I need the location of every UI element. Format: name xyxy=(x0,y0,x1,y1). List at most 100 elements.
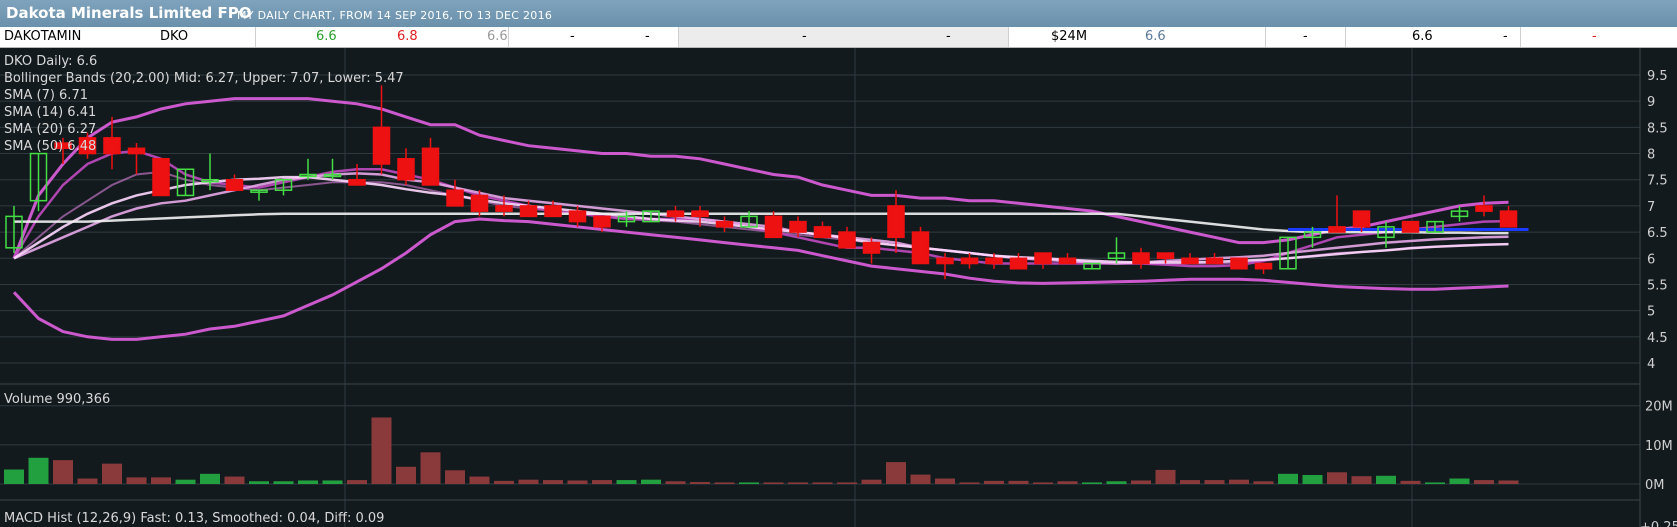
candle-body xyxy=(985,257,1003,265)
candle-body xyxy=(1205,257,1224,265)
candle-body xyxy=(838,231,856,249)
volume-bar xyxy=(200,473,220,484)
price-tick-label: 4 xyxy=(1647,357,1655,372)
volume-bar xyxy=(1155,469,1176,484)
candle-body xyxy=(127,147,146,155)
candle-body xyxy=(1352,210,1371,228)
volume-bar xyxy=(714,482,735,484)
price-tick-label: 8.5 xyxy=(1647,121,1668,136)
candle-body xyxy=(103,137,121,155)
volume-bar xyxy=(126,477,147,484)
candle-body xyxy=(887,205,905,239)
candle-body xyxy=(1401,220,1420,233)
volume-bar xyxy=(175,479,196,484)
price-tick-label: 6.5 xyxy=(1647,226,1668,241)
volume-bar xyxy=(935,478,955,484)
volume-bar xyxy=(739,482,759,484)
volume-bar xyxy=(445,470,465,484)
volume-bar xyxy=(1351,476,1372,484)
grid-lines xyxy=(0,48,1677,527)
candle-body xyxy=(1254,262,1273,270)
volume-bar xyxy=(837,482,857,484)
volume-bar xyxy=(1278,473,1298,484)
candle-body xyxy=(1475,205,1493,212)
volume-bar xyxy=(102,463,122,484)
price-tick-label: 5.5 xyxy=(1647,278,1668,293)
candle-body xyxy=(813,226,832,239)
volume-bar xyxy=(224,476,245,484)
candle-body xyxy=(1132,252,1150,265)
volume-bar xyxy=(298,480,318,484)
plot-background xyxy=(0,48,1677,527)
volume-bar xyxy=(1204,480,1225,484)
price-tick-label: 7 xyxy=(1647,200,1655,215)
legend-daily: DKO Daily: 6.6 xyxy=(4,54,97,69)
candle-body xyxy=(397,158,415,181)
candle-body xyxy=(1058,257,1077,265)
volume-bar xyxy=(1106,481,1127,484)
volume-bar xyxy=(469,476,490,484)
candle-body xyxy=(568,210,587,223)
volume-bar xyxy=(1376,475,1396,484)
volume-bar xyxy=(1425,482,1445,484)
legend-sma7: SMA (7) 6.71 xyxy=(4,88,88,103)
volume-tick-label: 0M xyxy=(1645,478,1665,493)
candle-body xyxy=(1181,257,1199,265)
volume-bar xyxy=(567,480,588,484)
candle-body xyxy=(1009,257,1028,270)
candle-body xyxy=(1034,252,1052,265)
volume-bar xyxy=(1229,479,1249,484)
price-tick-label: 7.5 xyxy=(1647,174,1668,189)
candle-body xyxy=(593,215,611,228)
volume-bar xyxy=(788,482,808,484)
volume-bar xyxy=(77,478,98,484)
price-tick-label: 4.5 xyxy=(1647,331,1668,346)
volume-bar xyxy=(151,477,171,484)
volume-bar xyxy=(1327,472,1347,484)
volume-bar xyxy=(763,482,784,484)
price-tick-label: 9 xyxy=(1647,95,1655,110)
candle-body xyxy=(544,205,562,218)
candle-body xyxy=(495,205,513,212)
volume-bar xyxy=(812,482,833,484)
candle-body xyxy=(348,178,366,186)
candle-body xyxy=(1156,252,1175,260)
volume-bar xyxy=(420,452,441,484)
volume-bar xyxy=(1008,480,1029,484)
volume-bar xyxy=(861,479,882,484)
price-tick-label: 5 xyxy=(1647,305,1655,320)
candle-body xyxy=(1328,226,1346,233)
candle-body xyxy=(936,257,954,265)
volume-bar xyxy=(518,479,539,484)
volume-bar xyxy=(1400,480,1421,484)
volume-bar xyxy=(494,480,514,484)
candle-body xyxy=(152,158,170,197)
candle-body xyxy=(911,231,930,265)
candle-body xyxy=(372,126,391,165)
volume-bar xyxy=(249,481,269,484)
candle-body xyxy=(715,220,734,228)
volume-bar xyxy=(1082,482,1102,484)
volume-bar xyxy=(690,482,710,484)
candle-body xyxy=(789,220,807,233)
volume-label: Volume 990,366 xyxy=(4,392,110,407)
price-tick-label: 8 xyxy=(1647,148,1655,163)
candle-body xyxy=(960,257,979,265)
volume-bar xyxy=(396,466,416,484)
candle-body xyxy=(691,210,709,218)
volume-tick-label: 20M xyxy=(1645,400,1673,415)
volume-bar xyxy=(347,480,367,484)
volume-tick-label: 10M xyxy=(1645,439,1673,454)
volume-bar xyxy=(1253,481,1274,484)
candle-body xyxy=(764,215,783,239)
volume-bar xyxy=(910,474,931,484)
volume-bar xyxy=(543,480,563,484)
candle-body xyxy=(421,147,440,186)
macd-tick-label: +0.25 xyxy=(1640,520,1677,527)
candle-body xyxy=(470,194,489,212)
legend-bollinger: Bollinger Bands (20,2.00) Mid: 6.27, Upp… xyxy=(4,71,404,86)
volume-bar xyxy=(1131,480,1151,484)
volume-bar xyxy=(1180,480,1200,484)
price-tick-label: 9.5 xyxy=(1647,69,1668,84)
volume-bar xyxy=(959,482,980,484)
